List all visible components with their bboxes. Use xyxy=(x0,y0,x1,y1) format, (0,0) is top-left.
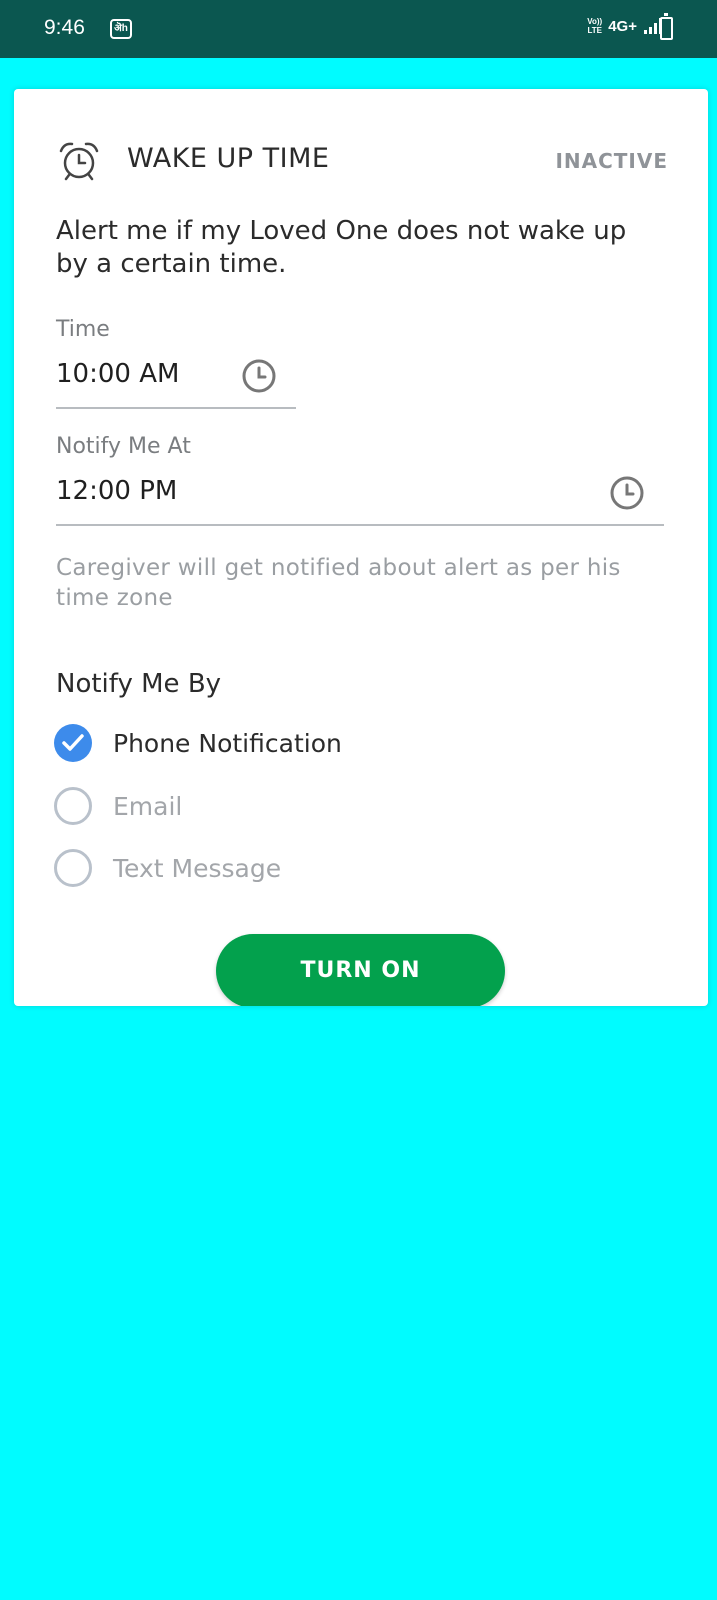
option-label: Email xyxy=(113,791,183,821)
alarm-clock-icon xyxy=(59,142,99,181)
wake-up-time-card: WAKE UP TIME INACTIVE Alert me if my Lov… xyxy=(14,89,708,1006)
time-field-label: Time xyxy=(56,317,110,342)
checked-radio[interactable] xyxy=(54,724,92,762)
notify-at-value[interactable]: 12:00 PM xyxy=(56,476,177,506)
option-email[interactable]: Email xyxy=(54,786,182,826)
option-label: Text Message xyxy=(113,853,282,883)
option-text-message[interactable]: Text Message xyxy=(54,848,281,888)
app-notification-icon: ऄh xyxy=(110,19,132,39)
turn-on-button[interactable]: TURN ON xyxy=(216,934,505,1006)
network-type: 4G+ xyxy=(608,17,637,35)
unchecked-radio[interactable] xyxy=(54,849,92,887)
notify-at-underline xyxy=(56,524,664,526)
status-badge: INACTIVE xyxy=(555,149,668,173)
clock-icon[interactable] xyxy=(240,357,278,395)
card-description: Alert me if my Loved One does not wake u… xyxy=(56,216,627,279)
notify-at-label: Notify Me At xyxy=(56,434,191,459)
volte-icon: Vo)) LTE xyxy=(587,17,603,35)
unchecked-radio[interactable] xyxy=(54,787,92,825)
option-label: Phone Notification xyxy=(113,728,342,758)
time-field-value[interactable]: 10:00 AM xyxy=(56,359,179,389)
status-time: 9:46 xyxy=(44,16,85,39)
status-bar: 9:46 ऄh Vo)) LTE 4G+ xyxy=(0,0,717,58)
help-text: Caregiver will get notified about alert … xyxy=(56,555,621,611)
card-title: WAKE UP TIME xyxy=(127,143,330,174)
notify-by-title: Notify Me By xyxy=(56,669,222,699)
check-icon xyxy=(62,734,84,751)
status-indicators: Vo)) LTE 4G+ xyxy=(587,17,662,35)
clock-icon[interactable] xyxy=(608,474,646,512)
option-phone-notification[interactable]: Phone Notification xyxy=(54,723,342,763)
time-field-underline xyxy=(56,407,296,409)
battery-icon xyxy=(660,13,673,40)
